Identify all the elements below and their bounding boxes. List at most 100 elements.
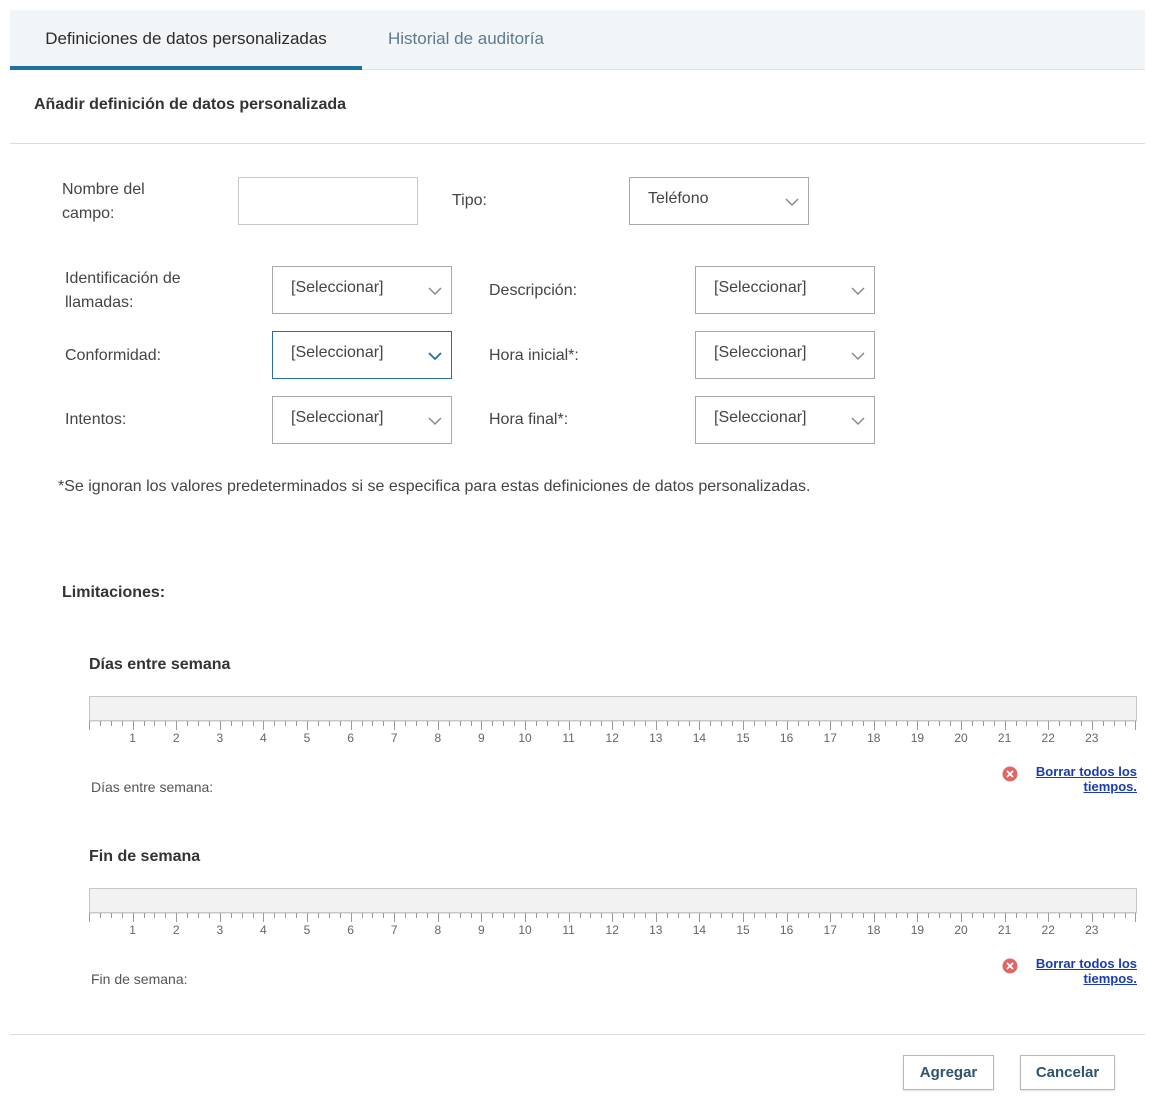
weekdays-clear[interactable]: Borrar todos los tiempos. [1000,764,1137,798]
hour-tick-label: 4 [260,923,267,937]
chevron-down-icon [785,198,799,207]
chevron-down-icon [851,417,865,426]
caller-id-select-value: [Seleccionar] [291,279,384,296]
hour-tick-label: 1 [129,731,136,745]
hour-tick-label: 23 [1085,731,1099,745]
hour-tick-label: 6 [347,923,354,937]
hour-tick-label: 17 [824,923,838,937]
description-label: Descripción: [489,282,578,299]
weekend-clear[interactable]: Borrar todos los tiempos. [1000,956,1137,990]
end-time-select-value: [Seleccionar] [714,409,807,426]
hour-tick-label: 5 [304,731,311,745]
start-time-select[interactable]: [Seleccionar] [695,331,875,379]
end-time-select[interactable]: [Seleccionar] [695,396,875,444]
weekdays-timeline-bar[interactable] [89,696,1137,721]
hour-tick-label: 11 [562,731,575,745]
field-name-label: Nombre del campo: [62,181,145,222]
chevron-down-icon [428,417,442,426]
hour-tick-label: 7 [391,923,398,937]
chevron-down-icon [851,352,865,361]
caller-id-label: Identificación de llamadas: [65,270,181,311]
section-title: Añadir definición de datos personalizada [34,96,347,113]
footer-divider [10,1034,1145,1035]
caller-id-select[interactable]: [Seleccionar] [272,266,452,314]
hour-tick-label: 14 [693,923,707,937]
weekdays-title: Días entre semana [89,656,231,673]
chevron-down-icon [851,287,865,296]
compliance-select-value: [Seleccionar] [291,344,384,361]
hour-tick-label: 23 [1085,923,1099,937]
hour-tick-label: 1 [129,923,136,937]
weekend-clear-link[interactable]: Borrar todos los tiempos. [1025,956,1137,986]
hour-tick-label: 18 [867,731,881,745]
field-name-input[interactable] [238,177,418,225]
hour-tick-label: 3 [216,923,223,937]
start-time-label: Hora inicial*: [489,347,579,364]
hour-tick-label: 2 [173,923,180,937]
weekend-title: Fin de semana [89,848,201,865]
attempts-label: Intentos: [65,411,127,428]
hour-tick-label: 7 [391,731,398,745]
add-button[interactable]: Agregar [903,1055,994,1090]
hour-tick-label: 15 [736,923,750,937]
hour-tick-label: 19 [911,923,925,937]
hour-tick-label: 9 [478,731,485,745]
hour-tick-label: 5 [304,923,311,937]
hour-tick-label: 15 [736,731,750,745]
type-select[interactable]: Teléfono [629,177,809,225]
compliance-label: Conformidad: [65,347,162,364]
hour-tick-label: 16 [780,923,794,937]
type-select-value: Teléfono [648,190,709,207]
hour-tick-label: 17 [824,731,838,745]
weekdays-label: Días entre semana: [91,779,214,795]
limitations-title: Limitaciones: [62,584,166,601]
hour-tick-label: 18 [867,923,881,937]
hour-tick-label: 3 [216,731,223,745]
hour-tick-label: 13 [649,923,663,937]
hour-tick-label: 9 [478,923,485,937]
tab-audit-history[interactable]: Historial de auditoría [388,10,544,70]
hour-tick-label: 22 [1042,923,1056,937]
chevron-down-icon [428,287,442,296]
hour-tick-label: 19 [911,731,925,745]
attempts-select-value: [Seleccionar] [291,409,384,426]
hour-tick-label: 4 [260,731,267,745]
weekdays-timeline[interactable]: 1 2 3 4 5 6 7 8 9 10 11 12 13 14 15 16 17 18 19 20 21 22 23 [89,696,1137,751]
weekend-label: Fin de semana: [91,971,188,987]
hour-tick-label: 21 [998,731,1012,745]
hour-tick-label: 16 [780,731,794,745]
chevron-down-icon [428,352,442,361]
tab-custom-data-definitions[interactable]: Definiciones de datos personalizadas [10,10,362,70]
end-time-label: Hora final*: [489,411,569,428]
hour-tick-label: 20 [954,731,968,745]
hour-tick-label: 10 [518,923,532,937]
cancel-button[interactable]: Cancelar [1020,1055,1115,1090]
compliance-select[interactable]: [Seleccionar] [272,331,452,379]
weekdays-clear-link[interactable]: Borrar todos los tiempos. [1025,764,1137,794]
hour-tick-label: 12 [606,923,620,937]
hour-tick-label: 8 [434,923,441,937]
description-select[interactable]: [Seleccionar] [695,266,875,314]
weekend-ruler: 1 2 3 4 5 6 7 8 9 10 11 12 13 14 15 16 17 18 19 20 21 22 23 [89,913,1137,937]
type-label: Tipo: [452,192,487,209]
hour-tick-label: 22 [1042,731,1056,745]
hour-tick-label: 20 [954,923,968,937]
hour-tick-label: 8 [434,731,441,745]
tab-bar: Definiciones de datos personalizadas His… [10,10,1145,70]
weekend-timeline[interactable]: 1 2 3 4 5 6 7 8 9 10 11 12 13 14 15 16 17 18 19 20 21 22 23 [89,888,1137,943]
close-circle-icon[interactable] [1002,766,1018,782]
hour-tick-label: 21 [998,923,1012,937]
weekdays-ruler: 1 2 3 4 5 6 7 8 9 10 11 12 13 14 15 16 17 18 19 20 21 22 23 [89,721,1137,745]
hour-tick-label: 12 [606,731,620,745]
start-time-select-value: [Seleccionar] [714,344,807,361]
hour-tick-label: 2 [173,731,180,745]
hour-tick-label: 13 [649,731,663,745]
description-select-value: [Seleccionar] [714,279,807,296]
attempts-select[interactable]: [Seleccionar] [272,396,452,444]
divider [10,143,1145,144]
hour-tick-label: 14 [693,731,707,745]
weekend-timeline-bar[interactable] [89,888,1137,913]
hour-tick-label: 6 [347,731,354,745]
close-circle-icon[interactable] [1002,958,1018,974]
hour-tick-label: 11 [562,923,575,937]
